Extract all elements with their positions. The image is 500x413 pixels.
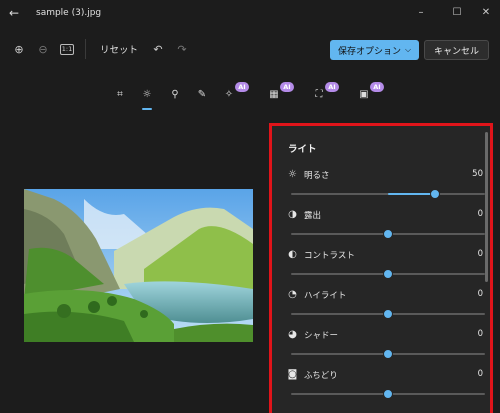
actual-size-icon[interactable]: 1:1 (60, 43, 74, 55)
minimize-icon[interactable]: – (412, 5, 430, 21)
exposure-label: 露出 (304, 211, 322, 221)
vignette-slider[interactable] (291, 389, 485, 399)
shadows-icon: ◕ (288, 329, 297, 340)
redo-icon[interactable]: ↷ (170, 37, 194, 61)
vignette-label: ふちどり (304, 371, 338, 381)
exposure-icon: ◑ (288, 209, 297, 220)
tool-selector: ⌗ ☼ ⚲ ✎ ✧ AI ▦ AI ⛶ AI ▣ AI (110, 80, 400, 110)
crop-icon[interactable]: ⌗ (110, 84, 130, 104)
panel-scrollbar[interactable] (485, 132, 488, 282)
undo-icon[interactable]: ↶ (146, 37, 170, 61)
window-title: sample (3).jpg (36, 8, 102, 18)
vignette-slider-thumb[interactable] (383, 389, 393, 399)
shadows-label: シャドー (304, 331, 339, 341)
highlights-slider-thumb[interactable] (383, 309, 393, 319)
exposure-slider[interactable] (291, 229, 485, 239)
save-options-label: 保存オプション (337, 46, 401, 57)
reset-button[interactable]: リセット (92, 42, 146, 56)
chevron-down-icon: ⌵ (404, 45, 412, 54)
zoom-in-icon[interactable]: ⊕ (7, 37, 31, 61)
save-options-button[interactable]: 保存オプション ⌵ (330, 40, 419, 60)
contrast-slider-thumb[interactable] (383, 269, 393, 279)
photo-preview (24, 189, 253, 342)
highlights-label: ハイライト (304, 291, 347, 301)
vignette-icon: ◙ (287, 369, 298, 380)
toolbar-divider (85, 39, 86, 59)
close-icon[interactable]: ✕ (477, 5, 495, 21)
ai-badge: AI (235, 82, 249, 92)
maximize-icon[interactable]: ☐ (448, 5, 466, 21)
brightness-slider-thumb[interactable] (430, 189, 440, 199)
ai-badge: AI (370, 82, 384, 92)
brightness-label: 明るさ (304, 171, 330, 181)
light-adjustments-panel: ライト ☼ 明るさ 50 ◑ 露出 0 ◐ コントラスト 0 ◔ ハイライト 0 ◕ シャドー 0 ◙ ふちどり… (269, 123, 493, 413)
shadows-value: 0 (477, 329, 483, 339)
vignette-value: 0 (477, 369, 483, 379)
cancel-button[interactable]: キャンセル (424, 40, 489, 60)
panel-title: ライト (288, 144, 317, 155)
exposure-slider-thumb[interactable] (383, 229, 393, 239)
contrast-label: コントラスト (304, 251, 355, 261)
highlights-value: 0 (477, 289, 483, 299)
shadows-slider[interactable] (291, 349, 485, 359)
brightness-value: 50 (472, 169, 483, 179)
filter-icon[interactable]: ⚲ (165, 84, 185, 104)
contrast-icon: ◐ (288, 249, 297, 260)
zoom-out-icon[interactable]: ⊖ (31, 37, 55, 61)
highlights-icon: ◔ (288, 289, 297, 300)
exposure-value: 0 (477, 209, 483, 219)
highlights-slider[interactable] (291, 309, 485, 319)
markup-icon[interactable]: ✎ (192, 84, 212, 104)
edit-toolbar: ⊕ ⊖ 1:1 リセット ↶ ↷ (7, 35, 194, 63)
ai-badge: AI (325, 82, 339, 92)
contrast-slider[interactable] (291, 269, 485, 279)
shadows-slider-thumb[interactable] (383, 349, 393, 359)
brightness-slider[interactable] (291, 189, 485, 199)
adjust-icon[interactable]: ☼ (137, 84, 157, 110)
back-arrow-icon[interactable]: ← (9, 6, 19, 20)
brightness-icon: ☼ (288, 169, 297, 180)
contrast-value: 0 (477, 249, 483, 259)
landscape-image (24, 189, 253, 342)
ai-badge: AI (280, 82, 294, 92)
title-bar: ← sample (3).jpg – ☐ ✕ (0, 0, 500, 28)
brightness-slider-fill (388, 193, 435, 195)
